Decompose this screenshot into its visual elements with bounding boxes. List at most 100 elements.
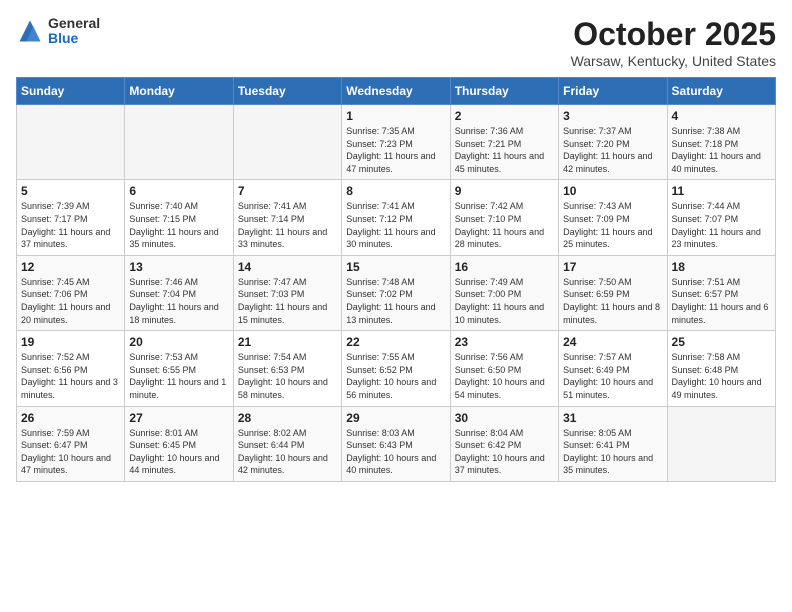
- table-row: 6 Sunrise: 7:40 AM Sunset: 7:15 PM Daylig…: [125, 180, 233, 255]
- day-info: Sunrise: 7:52 AM Sunset: 6:56 PM Dayligh…: [21, 351, 120, 401]
- day-info: Sunrise: 7:50 AM Sunset: 6:59 PM Dayligh…: [563, 276, 662, 326]
- day-info: Sunrise: 7:39 AM Sunset: 7:17 PM Dayligh…: [21, 200, 120, 250]
- day-info: Sunrise: 7:42 AM Sunset: 7:10 PM Dayligh…: [455, 200, 554, 250]
- table-row: 10 Sunrise: 7:43 AM Sunset: 7:09 PM Dayli…: [559, 180, 667, 255]
- day-info: Sunrise: 7:51 AM Sunset: 6:57 PM Dayligh…: [672, 276, 771, 326]
- table-row: 3 Sunrise: 7:37 AM Sunset: 7:20 PM Daylig…: [559, 105, 667, 180]
- table-row: [667, 406, 775, 481]
- day-number: 6: [129, 184, 228, 198]
- table-row: 27Sunrise: 8:01 AM Sunset: 6:45 PM Dayli…: [125, 406, 233, 481]
- table-row: 17Sunrise: 7:50 AM Sunset: 6:59 PM Dayli…: [559, 255, 667, 330]
- table-row: 11 Sunrise: 7:44 AM Sunset: 7:07 PM Dayli…: [667, 180, 775, 255]
- day-number: 10: [563, 184, 662, 198]
- day-info: Sunrise: 7:58 AM Sunset: 6:48 PM Dayligh…: [672, 351, 771, 401]
- logo-general-label: General: [48, 16, 100, 31]
- weekday-header-row: Sunday Monday Tuesday Wednesday Thursday…: [17, 78, 776, 105]
- day-number: 19: [21, 335, 120, 349]
- day-number: 15: [346, 260, 445, 274]
- table-row: 24Sunrise: 7:57 AM Sunset: 6:49 PM Dayli…: [559, 331, 667, 406]
- table-row: 25 Sunrise: 7:58 AM Sunset: 6:48 PM Dayli…: [667, 331, 775, 406]
- day-info: Sunrise: 7:36 AM Sunset: 7:21 PM Dayligh…: [455, 125, 554, 175]
- header-thursday: Thursday: [450, 78, 558, 105]
- table-row: 15 Sunrise: 7:48 AM Sunset: 7:02 PM Dayli…: [342, 255, 450, 330]
- day-info: Sunrise: 7:47 AM Sunset: 7:03 PM Dayligh…: [238, 276, 337, 326]
- day-number: 4: [672, 109, 771, 123]
- day-info: Sunrise: 7:41 AM Sunset: 7:14 PM Dayligh…: [238, 200, 337, 250]
- day-info: Sunrise: 8:02 AM Sunset: 6:44 PM Dayligh…: [238, 427, 337, 477]
- table-row: 5 Sunrise: 7:39 AM Sunset: 7:17 PM Daylig…: [17, 180, 125, 255]
- table-row: 26 Sunrise: 7:59 AM Sunset: 6:47 PM Dayli…: [17, 406, 125, 481]
- table-row: 18 Sunrise: 7:51 AM Sunset: 6:57 PM Dayli…: [667, 255, 775, 330]
- day-info: Sunrise: 8:05 AM Sunset: 6:41 PM Dayligh…: [563, 427, 662, 477]
- day-number: 5: [21, 184, 120, 198]
- table-row: 14 Sunrise: 7:47 AM Sunset: 7:03 PM Dayli…: [233, 255, 341, 330]
- table-row: 2 Sunrise: 7:36 AM Sunset: 7:21 PM Daylig…: [450, 105, 558, 180]
- day-number: 22: [346, 335, 445, 349]
- header-friday: Friday: [559, 78, 667, 105]
- header-tuesday: Tuesday: [233, 78, 341, 105]
- day-number: 9: [455, 184, 554, 198]
- page-header: General Blue October 2025 Warsaw, Kentuc…: [16, 16, 776, 69]
- table-row: 28 Sunrise: 8:02 AM Sunset: 6:44 PM Dayli…: [233, 406, 341, 481]
- day-info: Sunrise: 7:46 AM Sunset: 7:04 PM Dayligh…: [129, 276, 228, 326]
- day-info: Sunrise: 7:54 AM Sunset: 6:53 PM Dayligh…: [238, 351, 337, 401]
- table-row: 8Sunrise: 7:41 AM Sunset: 7:12 PM Daylig…: [342, 180, 450, 255]
- day-number: 27: [129, 411, 228, 425]
- calendar-week-row: 19 Sunrise: 7:52 AM Sunset: 6:56 PM Dayli…: [17, 331, 776, 406]
- title-area: October 2025 Warsaw, Kentucky, United St…: [571, 16, 776, 69]
- table-row: 30Sunrise: 8:04 AM Sunset: 6:42 PM Dayli…: [450, 406, 558, 481]
- table-row: [233, 105, 341, 180]
- day-number: 13: [129, 260, 228, 274]
- logo: General Blue: [16, 16, 100, 47]
- day-number: 26: [21, 411, 120, 425]
- table-row: 9 Sunrise: 7:42 AM Sunset: 7:10 PM Daylig…: [450, 180, 558, 255]
- table-row: 7 Sunrise: 7:41 AM Sunset: 7:14 PM Daylig…: [233, 180, 341, 255]
- day-number: 18: [672, 260, 771, 274]
- day-number: 31: [563, 411, 662, 425]
- logo-icon: [16, 17, 44, 45]
- day-info: Sunrise: 7:40 AM Sunset: 7:15 PM Dayligh…: [129, 200, 228, 250]
- day-number: 14: [238, 260, 337, 274]
- table-row: 31 Sunrise: 8:05 AM Sunset: 6:41 PM Dayli…: [559, 406, 667, 481]
- day-number: 1: [346, 109, 445, 123]
- day-number: 25: [672, 335, 771, 349]
- day-number: 28: [238, 411, 337, 425]
- day-number: 11: [672, 184, 771, 198]
- logo-text: General Blue: [48, 16, 100, 47]
- day-info: Sunrise: 7:55 AM Sunset: 6:52 PM Dayligh…: [346, 351, 445, 401]
- day-info: Sunrise: 7:59 AM Sunset: 6:47 PM Dayligh…: [21, 427, 120, 477]
- month-title: October 2025: [571, 16, 776, 53]
- day-info: Sunrise: 7:43 AM Sunset: 7:09 PM Dayligh…: [563, 200, 662, 250]
- day-number: 30: [455, 411, 554, 425]
- calendar-week-row: 26 Sunrise: 7:59 AM Sunset: 6:47 PM Dayli…: [17, 406, 776, 481]
- day-info: Sunrise: 7:37 AM Sunset: 7:20 PM Dayligh…: [563, 125, 662, 175]
- table-row: 29 Sunrise: 8:03 AM Sunset: 6:43 PM Dayli…: [342, 406, 450, 481]
- day-info: Sunrise: 7:48 AM Sunset: 7:02 PM Dayligh…: [346, 276, 445, 326]
- day-number: 8: [346, 184, 445, 198]
- calendar-week-row: 5 Sunrise: 7:39 AM Sunset: 7:17 PM Daylig…: [17, 180, 776, 255]
- day-number: 7: [238, 184, 337, 198]
- day-number: 29: [346, 411, 445, 425]
- day-info: Sunrise: 7:35 AM Sunset: 7:23 PM Dayligh…: [346, 125, 445, 175]
- day-number: 24: [563, 335, 662, 349]
- day-number: 12: [21, 260, 120, 274]
- logo-blue-label: Blue: [48, 31, 100, 46]
- calendar-week-row: 1 Sunrise: 7:35 AM Sunset: 7:23 PM Daylig…: [17, 105, 776, 180]
- day-info: Sunrise: 7:49 AM Sunset: 7:00 PM Dayligh…: [455, 276, 554, 326]
- day-info: Sunrise: 7:53 AM Sunset: 6:55 PM Dayligh…: [129, 351, 228, 401]
- table-row: 1 Sunrise: 7:35 AM Sunset: 7:23 PM Daylig…: [342, 105, 450, 180]
- table-row: 22 Sunrise: 7:55 AM Sunset: 6:52 PM Dayli…: [342, 331, 450, 406]
- day-info: Sunrise: 7:38 AM Sunset: 7:18 PM Dayligh…: [672, 125, 771, 175]
- header-saturday: Saturday: [667, 78, 775, 105]
- day-info: Sunrise: 7:56 AM Sunset: 6:50 PM Dayligh…: [455, 351, 554, 401]
- day-info: Sunrise: 7:44 AM Sunset: 7:07 PM Dayligh…: [672, 200, 771, 250]
- table-row: 20Sunrise: 7:53 AM Sunset: 6:55 PM Dayli…: [125, 331, 233, 406]
- header-sunday: Sunday: [17, 78, 125, 105]
- table-row: 19 Sunrise: 7:52 AM Sunset: 6:56 PM Dayli…: [17, 331, 125, 406]
- table-row: 12Sunrise: 7:45 AM Sunset: 7:06 PM Dayli…: [17, 255, 125, 330]
- day-info: Sunrise: 8:03 AM Sunset: 6:43 PM Dayligh…: [346, 427, 445, 477]
- day-number: 3: [563, 109, 662, 123]
- day-number: 2: [455, 109, 554, 123]
- day-number: 16: [455, 260, 554, 274]
- day-number: 21: [238, 335, 337, 349]
